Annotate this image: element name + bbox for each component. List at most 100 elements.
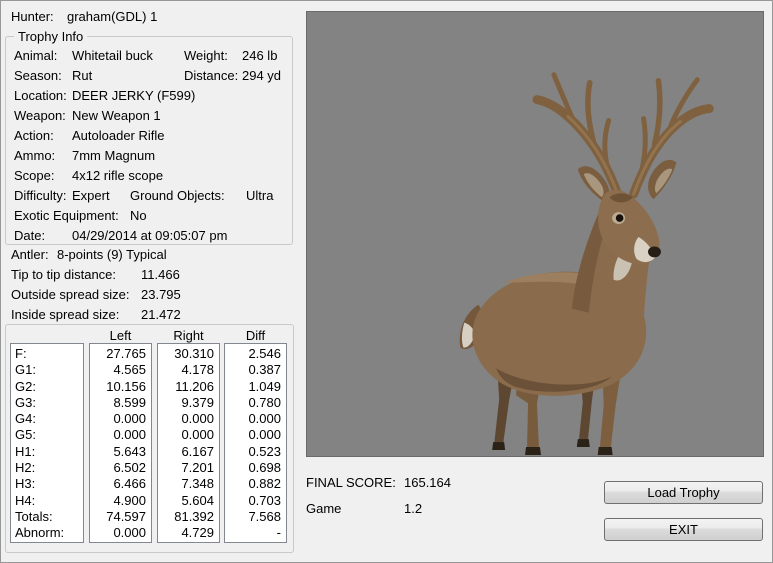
inside-spread-line: Inside spread size: 21.472	[1, 305, 301, 325]
tip-to-tip-label: Tip to tip distance:	[11, 265, 116, 285]
ammo-value: 7mm Magnum	[72, 146, 155, 166]
measure-row-label: H1:	[11, 444, 83, 460]
measure-diff-cell: 2.546	[225, 346, 286, 362]
final-score-label: FINAL SCORE:	[306, 473, 396, 493]
weapon-label: Weapon:	[14, 106, 66, 126]
location-value: DEER JERKY (F599)	[72, 86, 195, 106]
measure-right-box[interactable]: 30.3104.17811.2069.3790.0000.0006.1677.2…	[157, 343, 220, 543]
exotic-equipment-value: No	[130, 206, 147, 226]
outside-spread-value: 23.795	[141, 285, 181, 305]
ammo-label: Ammo:	[14, 146, 55, 166]
measure-left-cell: 8.599	[90, 395, 151, 411]
trophy-render-viewport[interactable]	[306, 11, 764, 457]
row-difficulty-ground: Difficulty: Expert Ground Objects: Ultra	[6, 186, 292, 206]
row-weapon: Weapon: New Weapon 1	[6, 106, 292, 126]
season-label: Season:	[14, 66, 62, 86]
deer-eye	[616, 214, 624, 222]
measure-right-cell: 7.348	[158, 476, 219, 492]
measure-left-cell: 6.502	[90, 460, 151, 476]
measure-right-cell: 9.379	[158, 395, 219, 411]
measure-diff-cell: 0.000	[225, 411, 286, 427]
measurements-groupbox: Left Right Diff F:G1:G2:G3:G4:G5:H1:H2:H…	[5, 324, 294, 553]
exit-button[interactable]: EXIT	[604, 518, 763, 541]
trophy-info-groupbox: Trophy Info Animal: Whitetail buck Weigh…	[5, 29, 293, 245]
tip-to-tip-line: Tip to tip distance: 11.466	[1, 265, 301, 285]
measure-row-label: F:	[11, 346, 83, 362]
load-trophy-button[interactable]: Load Trophy	[604, 481, 763, 504]
measure-diff-cell: 0.703	[225, 493, 286, 509]
tip-to-tip-value: 11.466	[141, 265, 180, 285]
final-score-value: 165.164	[404, 473, 451, 493]
weapon-value: New Weapon 1	[72, 106, 161, 126]
ground-objects-value: Ultra	[246, 186, 273, 206]
date-label: Date:	[14, 226, 45, 246]
row-animal-weight: Animal: Whitetail buck Weight: 246 lb	[6, 46, 292, 66]
outside-spread-label: Outside spread size:	[11, 285, 130, 305]
outside-spread-line: Outside spread size: 23.795	[1, 285, 301, 305]
measure-right-cell: 5.604	[158, 493, 219, 509]
measure-row-label: G5:	[11, 427, 83, 443]
measure-left-cell: 5.643	[90, 444, 151, 460]
distance-label: Distance:	[184, 66, 238, 86]
measure-right-cell: 11.206	[158, 379, 219, 395]
measure-diff-cell: -	[225, 525, 286, 541]
scope-value: 4x12 rifle scope	[72, 166, 163, 186]
measure-left-cell: 4.565	[90, 362, 151, 378]
action-label: Action:	[14, 126, 54, 146]
measure-left-cell: 27.765	[90, 346, 151, 362]
measure-right-cell: 7.201	[158, 460, 219, 476]
measure-left-cell: 6.466	[90, 476, 151, 492]
antler-label: Antler:	[11, 245, 49, 265]
measure-diff-box[interactable]: 2.5460.3871.0490.7800.0000.0000.5230.698…	[224, 343, 287, 543]
measure-left-cell: 0.000	[90, 427, 151, 443]
ground-objects-label: Ground Objects:	[130, 186, 225, 206]
column-header-right: Right	[157, 328, 220, 343]
weight-label: Weight:	[184, 46, 228, 66]
row-date: Date: 04/29/2014 at 09:05:07 pm	[6, 226, 292, 246]
measure-diff-cell: 0.698	[225, 460, 286, 476]
hunter-row: Hunter: graham(GDL) 1	[1, 9, 301, 29]
hunter-label: Hunter:	[11, 9, 54, 24]
measure-row-label: Totals:	[11, 509, 83, 525]
hunter-value: graham(GDL) 1	[67, 9, 157, 24]
measure-row-label: G2:	[11, 379, 83, 395]
scope-label: Scope:	[14, 166, 54, 186]
measure-diff-cell: 1.049	[225, 379, 286, 395]
measure-left-cell: 4.900	[90, 493, 151, 509]
animal-value: Whitetail buck	[72, 46, 153, 66]
trophy-info-title: Trophy Info	[14, 29, 87, 44]
antler-summary-line: Antler: 8-points (9) Typical	[1, 245, 301, 265]
season-value: Rut	[72, 66, 92, 86]
whitetail-buck-render	[307, 12, 763, 456]
measure-row-label: G4:	[11, 411, 83, 427]
animal-label: Animal:	[14, 46, 57, 66]
row-ammo: Ammo: 7mm Magnum	[6, 146, 292, 166]
measure-diff-cell: 0.387	[225, 362, 286, 378]
trophy-info-window: Hunter: graham(GDL) 1 Trophy Info Animal…	[0, 0, 773, 563]
row-exotic: Exotic Equipment: No	[6, 206, 292, 226]
date-value: 04/29/2014 at 09:05:07 pm	[72, 226, 227, 246]
distance-value: 294 yd	[242, 66, 281, 86]
row-scope: Scope: 4x12 rifle scope	[6, 166, 292, 186]
measure-row-label: Abnorm:	[11, 525, 83, 541]
row-action: Action: Autoloader Rifle	[6, 126, 292, 146]
column-header-left: Left	[89, 328, 152, 343]
measure-labels-box[interactable]: F:G1:G2:G3:G4:G5:H1:H2:H3:H4:Totals:Abno…	[10, 343, 84, 543]
difficulty-label: Difficulty:	[14, 186, 67, 206]
measure-right-cell: 4.729	[158, 525, 219, 541]
measure-right-cell: 0.000	[158, 411, 219, 427]
measure-left-cell: 0.000	[90, 411, 151, 427]
game-version-value: 1.2	[404, 499, 422, 519]
measure-row-label: G1:	[11, 362, 83, 378]
measure-diff-cell: 7.568	[225, 509, 286, 525]
measure-right-cell: 4.178	[158, 362, 219, 378]
measure-diff-cell: 0.882	[225, 476, 286, 492]
measure-right-cell: 6.167	[158, 444, 219, 460]
inside-spread-label: Inside spread size:	[11, 305, 119, 325]
measure-row-label: H2:	[11, 460, 83, 476]
measure-left-box[interactable]: 27.7654.56510.1568.5990.0000.0005.6436.5…	[89, 343, 152, 543]
row-location: Location: DEER JERKY (F599)	[6, 86, 292, 106]
exotic-equipment-label: Exotic Equipment:	[14, 206, 119, 226]
deer-nose	[648, 246, 661, 257]
antler-value: 8-points (9) Typical	[57, 245, 167, 265]
